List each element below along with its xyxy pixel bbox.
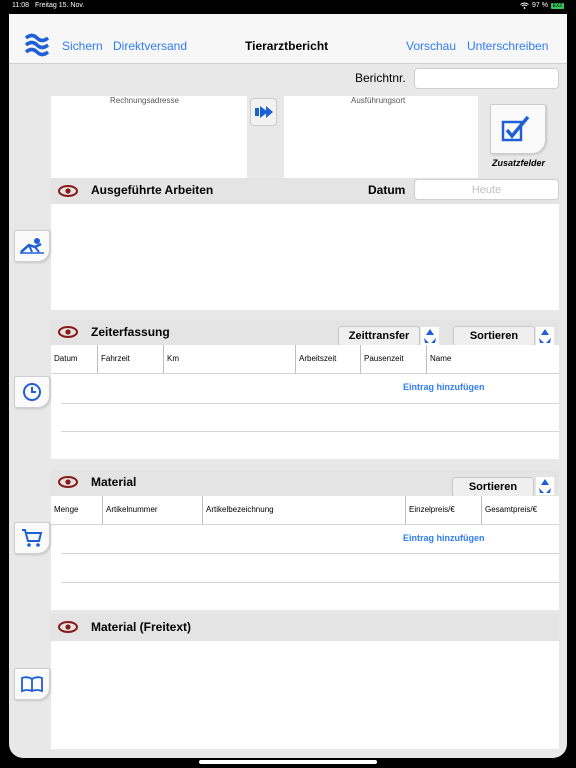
free-material-title: Material (Freitext) <box>91 620 192 634</box>
time-sort-button[interactable]: Sortieren <box>453 326 535 346</box>
wifi-icon <box>520 2 529 9</box>
row-divider <box>51 373 559 374</box>
date-input[interactable]: Heute <box>414 179 559 200</box>
row-divider <box>61 431 559 432</box>
recycle-icon <box>539 479 551 493</box>
free-material-text-area[interactable] <box>51 641 559 749</box>
column-header: Fahrzeit <box>98 345 164 373</box>
time-table: Datum Fahrzeit Km Arbeitszeit Pausenzeit… <box>51 345 559 459</box>
app-logo-icon[interactable] <box>24 32 50 58</box>
battery-icon: EXZ <box>551 2 564 9</box>
column-header: Artikelbezeichnung <box>203 496 406 524</box>
status-right: 97 % EXZ <box>520 2 564 9</box>
column-header: Menge <box>51 496 103 524</box>
column-header: Einzelpreis/€ <box>406 496 482 524</box>
status-date: Freitag 15. Nov. <box>35 2 85 9</box>
checkbox-icon <box>501 115 530 142</box>
works-title: Ausgeführte Arbeiten <box>91 183 214 197</box>
material-title: Material <box>91 475 137 489</box>
free-material-header: Material (Freitext) <box>51 614 559 641</box>
save-button[interactable]: Sichern <box>62 39 103 53</box>
column-header: Name <box>430 354 452 363</box>
column-header: Gesamtpreis/€ <box>485 505 538 514</box>
row-divider <box>61 582 559 583</box>
time-title: Zeiterfassung <box>91 325 170 339</box>
home-indicator[interactable] <box>199 760 377 764</box>
extra-fields-label: Zusatzfelder <box>492 158 546 168</box>
column-header: Artikelnummer <box>103 496 203 524</box>
time-transfer-button[interactable]: Zeittransfer <box>338 326 420 346</box>
cart-icon <box>22 529 43 547</box>
preview-button[interactable]: Vorschau <box>406 39 456 53</box>
clock-icon <box>23 383 41 401</box>
extra-fields-button[interactable]: Zusatzfelder <box>489 102 547 174</box>
execution-place-label: Ausführungsort <box>351 96 406 105</box>
recycle-icon <box>539 329 551 343</box>
works-side-button[interactable] <box>14 230 50 262</box>
time-sort-reset-button[interactable] <box>536 327 554 345</box>
app-screen: Sichern Direktversand Tierarztbericht Vo… <box>9 14 567 758</box>
material-side-button[interactable] <box>14 522 50 554</box>
column-header: Arbeitszeit <box>296 345 361 373</box>
worker-icon <box>20 238 44 254</box>
billing-address-label: Rechnungsadresse <box>110 96 179 105</box>
free-material-side-button[interactable] <box>14 668 50 700</box>
row-divider <box>61 553 559 554</box>
direct-send-button[interactable]: Direktversand <box>113 39 187 53</box>
report-number-label: Berichtnr. <box>355 71 406 85</box>
status-time: 11:08 <box>12 2 29 9</box>
execution-place-field[interactable]: Ausführungsort <box>284 96 478 178</box>
book-icon <box>21 676 43 693</box>
arrow-right-icon <box>255 106 273 118</box>
material-add-entry-link[interactable]: Eintrag hinzufügen <box>403 533 485 543</box>
time-side-button[interactable] <box>14 376 50 408</box>
eye-icon[interactable] <box>58 476 78 488</box>
works-text-area[interactable] <box>51 204 559 310</box>
sign-button[interactable]: Unterschreiben <box>467 39 548 53</box>
billing-address-field[interactable]: Rechnungsadresse <box>51 96 247 178</box>
column-header: Km <box>164 345 296 373</box>
row-divider <box>51 524 559 525</box>
status-bar: 11:08 Freitag 15. Nov. 97 % EXZ <box>0 0 576 14</box>
date-label: Datum <box>368 183 406 197</box>
column-header: Pausenzeit <box>361 345 427 373</box>
eye-icon[interactable] <box>58 326 78 338</box>
page-title: Tierarztbericht <box>245 39 329 53</box>
time-add-entry-link[interactable]: Eintrag hinzufügen <box>403 382 485 392</box>
report-number-input[interactable] <box>414 68 559 89</box>
recycle-icon <box>424 329 436 343</box>
nav-bar: Sichern Direktversand Tierarztbericht Vo… <box>9 14 567 64</box>
material-sort-reset-button[interactable] <box>536 477 554 495</box>
row-divider <box>61 403 559 404</box>
time-reset-button[interactable] <box>421 327 439 345</box>
material-sort-button[interactable]: Sortieren <box>452 477 534 497</box>
column-header: Datum <box>51 345 98 373</box>
eye-icon[interactable] <box>58 185 78 197</box>
material-table: Menge Artikelnummer Artikelbezeichnung E… <box>51 496 559 610</box>
copy-address-button[interactable] <box>250 98 277 126</box>
eye-icon[interactable] <box>58 621 78 633</box>
battery-percent: 97 % <box>532 2 548 9</box>
